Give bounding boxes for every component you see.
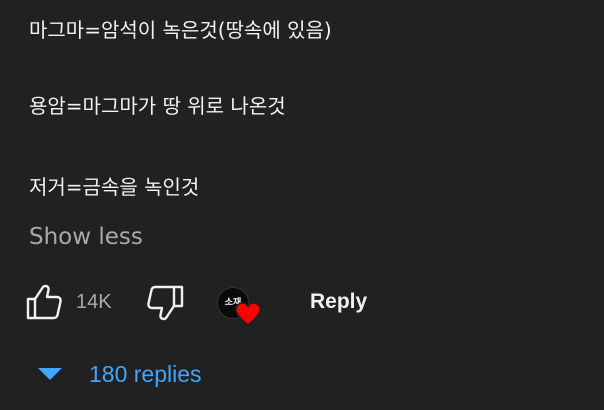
- heart-icon: [235, 302, 261, 327]
- thumbs-down-icon: [147, 285, 184, 321]
- replies-count-label: 180 replies: [89, 361, 202, 387]
- comment-action-bar: 14K 소재 Reply: [0, 280, 604, 327]
- thumbs-up-icon: [26, 284, 62, 320]
- like-count: 14K: [76, 291, 112, 313]
- reply-button[interactable]: Reply: [310, 288, 367, 316]
- like-button[interactable]: [25, 283, 63, 321]
- view-replies-button[interactable]: 180 replies: [36, 356, 202, 392]
- caret-down-icon: [38, 368, 62, 380]
- dislike-button[interactable]: [146, 283, 186, 323]
- comment-line: 저거=금속을 녹인것: [29, 175, 200, 199]
- creator-heart-badge: 소재: [217, 285, 263, 327]
- comment-line: 용암=마그마가 땅 위로 나온것: [29, 94, 286, 118]
- show-less-button[interactable]: Show less: [29, 223, 143, 251]
- comment-line: 마그마=암석이 녹은것(땅속에 있음): [29, 18, 332, 42]
